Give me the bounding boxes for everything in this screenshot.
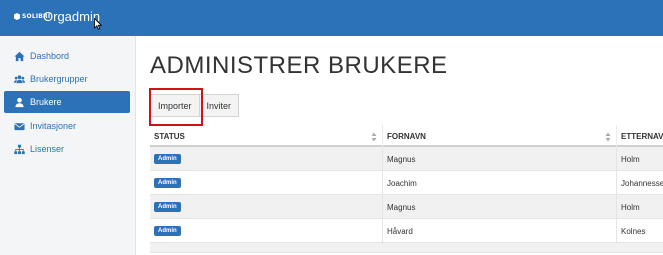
status-badge: Admin: [154, 154, 181, 164]
sidebar-item-label: Brukere: [30, 97, 62, 107]
invite-button[interactable]: Inviter: [199, 94, 240, 117]
sidebar-item-label: Dashbord: [30, 51, 70, 61]
users-table: STATUS FORNAVN ETTERNAVN Admin Magnus Ho…: [150, 125, 663, 253]
sidebar-item-lisenser[interactable]: Lisenser: [4, 138, 130, 160]
column-header-fornavn[interactable]: FORNAVN: [382, 125, 614, 147]
status-cell: Admin: [150, 219, 382, 243]
users-icon: [13, 73, 25, 85]
app-title[interactable]: Orgadmin: [43, 9, 100, 24]
home-icon: [13, 50, 25, 62]
first-name-cell: Håvard: [382, 219, 616, 243]
page-title: ADMINISTRER BRUKERE: [150, 52, 448, 79]
first-name-cell: Joachim: [382, 171, 616, 195]
last-name-cell: Holm: [616, 147, 663, 171]
sidebar-item-dashbord[interactable]: Dashbord: [4, 45, 130, 67]
column-header-status[interactable]: STATUS: [150, 125, 380, 147]
last-name-cell: Holm: [616, 195, 663, 219]
status-badge: Admin: [154, 202, 181, 212]
envelope-icon: [13, 120, 25, 132]
sidebar-item-invitasjoner[interactable]: Invitasjoner: [4, 115, 130, 137]
status-cell: Admin: [150, 195, 382, 219]
column-header-etternavn[interactable]: ETTERNAVN: [616, 125, 663, 147]
sidebar: Dashbord Brukergrupper Brukere Invitasjo…: [0, 36, 136, 255]
table-row[interactable]: Admin Magnus Holm: [150, 147, 663, 171]
table-header: STATUS FORNAVN ETTERNAVN: [150, 125, 663, 147]
logo-mark-icon: [14, 13, 20, 20]
last-name-cell: Johannessen: [616, 171, 663, 195]
first-name-cell: Magnus: [382, 147, 616, 171]
table-row[interactable]: [150, 243, 663, 253]
table-row[interactable]: Admin Joachim Johannessen: [150, 171, 663, 195]
sort-icon[interactable]: [605, 132, 611, 142]
first-name-cell: Magnus: [382, 195, 616, 219]
sort-icon[interactable]: [371, 132, 377, 142]
status-cell: Admin: [150, 147, 382, 171]
sidebar-item-brukergrupper[interactable]: Brukergrupper: [4, 68, 130, 90]
last-name-cell: Kolnes: [616, 219, 663, 243]
sidebar-item-label: Brukergrupper: [30, 74, 88, 84]
table-row[interactable]: Admin Magnus Holm: [150, 195, 663, 219]
table-row[interactable]: Admin Håvard Kolnes: [150, 219, 663, 243]
status-badge: Admin: [154, 226, 181, 236]
sidebar-item-label: Invitasjoner: [30, 121, 77, 131]
sitemap-icon: [13, 143, 25, 155]
status-badge: Admin: [154, 178, 181, 188]
mouse-cursor-icon: [94, 18, 102, 30]
user-icon: [13, 96, 25, 108]
annotation-highlight-box: [149, 88, 203, 126]
status-cell: Admin: [150, 171, 382, 195]
sidebar-item-label: Lisenser: [30, 144, 65, 154]
top-bar: SOLIBRI Orgadmin: [0, 0, 663, 36]
sidebar-item-brukere[interactable]: Brukere: [4, 91, 130, 113]
main-content: ADMINISTRER BRUKERE Importer Inviter STA…: [136, 36, 663, 255]
